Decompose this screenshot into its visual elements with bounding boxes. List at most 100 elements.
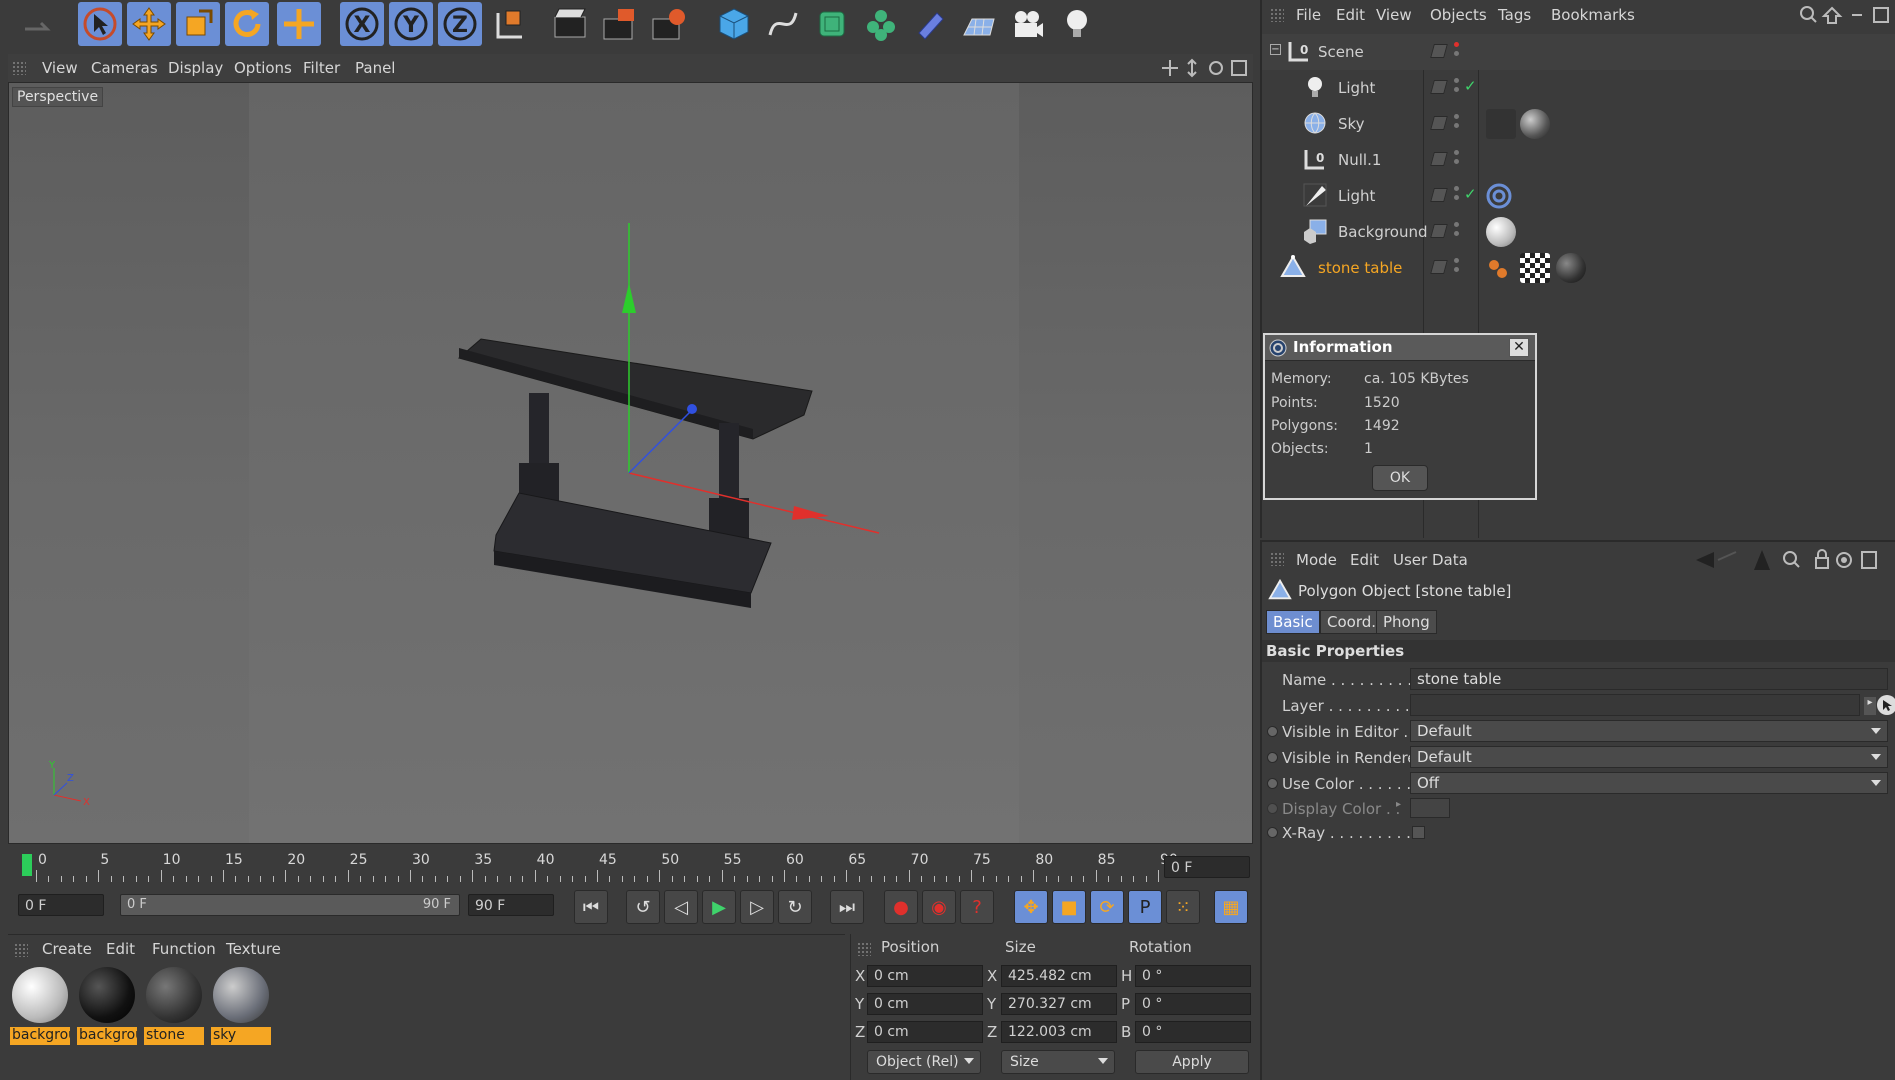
viewport-nav-icons[interactable] — [1160, 58, 1250, 78]
deformer-icon[interactable] — [908, 2, 952, 46]
position-x-field[interactable]: 0 cm — [867, 965, 983, 987]
object-row-stone-table[interactable]: stone table — [1262, 250, 1895, 286]
tab-coord[interactable]: Coord. — [1320, 610, 1384, 634]
start-frame-field[interactable]: 0 F — [18, 894, 104, 916]
material-tag-icon[interactable] — [1556, 253, 1586, 283]
collapse-toggle-icon[interactable]: − — [1270, 44, 1281, 55]
keyframe-selection-icon[interactable]: ? — [960, 890, 994, 924]
cloner-icon[interactable] — [859, 2, 903, 46]
tab-phong[interactable]: Phong — [1376, 610, 1437, 634]
live-selection-icon[interactable] — [277, 2, 321, 46]
object-row-light[interactable]: Light ✓ — [1262, 70, 1895, 106]
name-input[interactable]: stone table — [1410, 668, 1888, 690]
layer-swatch[interactable] — [1430, 224, 1448, 238]
record-active-icon[interactable]: ● — [884, 890, 918, 924]
menu-edit[interactable]: Edit — [106, 940, 135, 958]
visibility-dots[interactable] — [1454, 42, 1460, 62]
menu-mode[interactable]: Mode — [1296, 551, 1337, 569]
target-tag-icon[interactable] — [1484, 181, 1514, 211]
layer-field[interactable] — [1410, 694, 1860, 716]
scale-tool-icon[interactable] — [176, 2, 220, 46]
rotation-h-field[interactable]: 0 ° — [1135, 965, 1251, 987]
animation-radio[interactable] — [1267, 827, 1278, 838]
am-header-icons[interactable] — [1692, 548, 1892, 572]
panel-grip[interactable] — [14, 943, 28, 957]
size-y-field[interactable]: 270.327 cm — [1001, 993, 1117, 1015]
menu-edit[interactable]: Edit — [1336, 6, 1365, 24]
menu-tags[interactable]: Tags — [1498, 6, 1531, 24]
menu-view[interactable]: View — [42, 59, 78, 77]
z-axis-lock-icon[interactable]: Z — [438, 2, 482, 46]
current-frame-field[interactable]: 0 F — [1164, 856, 1250, 878]
end-frame-field[interactable]: 90 F — [468, 894, 554, 916]
menu-objects[interactable]: Objects — [1430, 6, 1487, 24]
spline-pen-icon[interactable] — [761, 2, 805, 46]
menu-display[interactable]: Display — [168, 59, 223, 77]
size-x-field[interactable]: 425.482 cm — [1001, 965, 1117, 987]
animation-radio[interactable] — [1267, 726, 1278, 737]
timeline-ruler[interactable]: 051015202530354045505560657075808590 0 F — [18, 852, 1253, 882]
material-background-black[interactable]: backgrou — [77, 965, 137, 1045]
subdivision-surface-icon[interactable] — [810, 2, 854, 46]
animation-radio[interactable] — [1267, 752, 1278, 763]
play-icon[interactable]: ▶ — [702, 890, 736, 924]
object-row-background[interactable]: Background — [1262, 214, 1895, 250]
enabled-check-icon[interactable]: ✓ — [1464, 77, 1477, 95]
camera-icon[interactable] — [1006, 2, 1050, 46]
material-stone[interactable]: stone — [144, 965, 204, 1045]
object-row-sky[interactable]: Sky — [1262, 106, 1895, 142]
key-scale-icon[interactable]: ■ — [1052, 890, 1086, 924]
om-header-icons[interactable] — [1798, 4, 1894, 26]
close-icon[interactable]: ✕ — [1509, 338, 1529, 357]
visibility-dots[interactable] — [1454, 78, 1460, 98]
rotation-p-field[interactable]: 0 ° — [1135, 993, 1251, 1015]
visibility-dots[interactable] — [1454, 114, 1460, 134]
layer-swatch[interactable] — [1430, 260, 1448, 274]
menu-options[interactable]: Options — [234, 59, 292, 77]
3d-viewport[interactable]: Perspective Y X Z — [8, 82, 1253, 844]
panel-grip[interactable] — [857, 942, 871, 956]
key-parameter-icon[interactable]: P — [1128, 890, 1162, 924]
key-rotation-icon[interactable]: ⟳ — [1090, 890, 1124, 924]
next-frame-icon[interactable]: ▷ — [740, 890, 774, 924]
layer-swatch[interactable] — [1430, 44, 1448, 58]
timeline-toggle-icon[interactable]: ▦ — [1214, 890, 1248, 924]
previous-key-icon[interactable]: ↺ — [626, 890, 660, 924]
menu-function[interactable]: Function — [152, 940, 216, 958]
autokeying-icon[interactable]: ◉ — [922, 890, 956, 924]
move-tool-icon[interactable] — [127, 2, 171, 46]
animation-radio[interactable] — [1267, 803, 1278, 814]
redo-icon[interactable] — [14, 2, 58, 46]
render-settings-icon[interactable] — [646, 2, 690, 46]
phong-tag-icon[interactable] — [1484, 253, 1514, 283]
material-tag-icon[interactable] — [1520, 109, 1550, 139]
go-to-end-icon[interactable]: ⏭ — [830, 890, 864, 924]
tab-basic[interactable]: Basic — [1266, 610, 1320, 634]
cube-primitive-icon[interactable] — [712, 2, 756, 46]
size-mode-dropdown[interactable]: Size — [1001, 1050, 1115, 1074]
menu-file[interactable]: File — [1296, 6, 1321, 24]
panel-grip[interactable] — [1270, 552, 1284, 566]
light-icon[interactable] — [1055, 2, 1099, 46]
display-color-swatch[interactable] — [1410, 798, 1450, 818]
layer-swatch[interactable] — [1430, 116, 1448, 130]
y-axis-lock-icon[interactable]: Y — [389, 2, 433, 46]
visibility-dots[interactable] — [1454, 150, 1460, 170]
select-tool-icon[interactable] — [78, 2, 122, 46]
x-axis-lock-icon[interactable]: X — [340, 2, 384, 46]
key-point-level-icon[interactable]: ⁙ — [1166, 890, 1200, 924]
frame-range-slider[interactable]: 0 F 90 F — [120, 894, 460, 916]
apply-button[interactable]: Apply — [1135, 1050, 1249, 1074]
pick-layer-icon[interactable] — [1876, 694, 1895, 716]
size-z-field[interactable]: 122.003 cm — [1001, 1021, 1117, 1043]
floor-scene-icon[interactable] — [957, 2, 1001, 46]
undo-icon[interactable] — [0, 2, 10, 46]
menu-filter[interactable]: Filter — [303, 59, 340, 77]
chevron-right-icon[interactable]: ▸ — [1396, 799, 1401, 810]
enabled-check-icon[interactable]: ✓ — [1464, 185, 1477, 203]
material-background-white[interactable]: backgrou — [10, 965, 70, 1045]
playhead[interactable] — [22, 854, 32, 876]
rotate-tool-icon[interactable] — [225, 2, 269, 46]
menu-view[interactable]: View — [1376, 6, 1412, 24]
visible-renderer-dropdown[interactable]: Default — [1410, 746, 1888, 768]
